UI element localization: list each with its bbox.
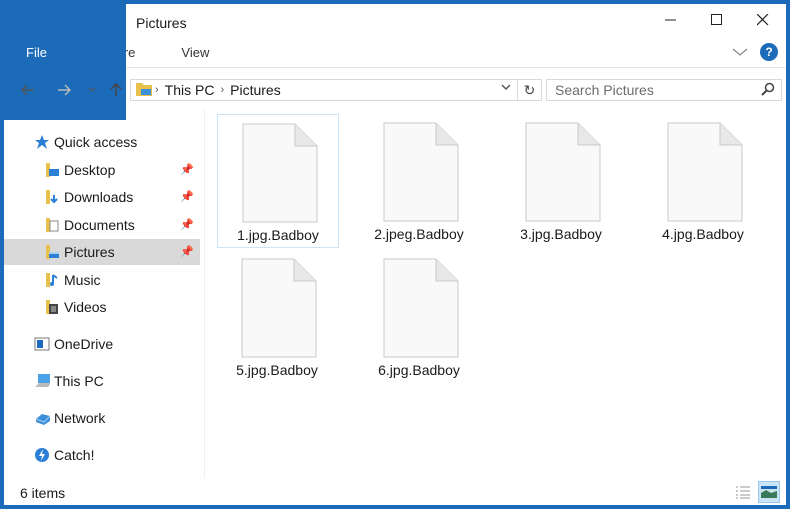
large-icons-view-icon bbox=[761, 486, 777, 498]
back-arrow-icon bbox=[21, 84, 34, 96]
documents-folder-icon bbox=[44, 217, 60, 233]
sidebar-item-onedrive[interactable]: OneDrive bbox=[4, 331, 200, 357]
sidebar-item-documents[interactable]: Documents 📌 bbox=[4, 212, 200, 238]
search-box[interactable] bbox=[546, 79, 782, 101]
music-folder-icon bbox=[44, 272, 60, 288]
breadcrumb-separator[interactable]: › bbox=[155, 84, 159, 96]
sidebar-item-label: Documents bbox=[64, 217, 135, 233]
status-bar: 6 items bbox=[4, 480, 786, 506]
desktop-folder-icon bbox=[44, 162, 60, 178]
sidebar-item-label: Music bbox=[64, 272, 101, 288]
maximize-button[interactable] bbox=[694, 4, 740, 36]
large-icons-view-button[interactable] bbox=[758, 481, 780, 503]
file-item[interactable]: 2.jpeg.Badboy bbox=[359, 114, 481, 248]
up-arrow-icon bbox=[110, 83, 122, 96]
file-name: 4.jpg.Badboy bbox=[662, 226, 744, 242]
sidebar-item-label: OneDrive bbox=[54, 336, 114, 352]
chevron-down-icon bbox=[88, 87, 96, 92]
breadcrumb-pictures[interactable]: Pictures bbox=[230, 82, 281, 98]
sidebar-item-videos[interactable]: Videos bbox=[4, 294, 200, 320]
sidebar-item-label: Pictures bbox=[64, 244, 115, 260]
pin-icon[interactable]: 📌 bbox=[180, 245, 194, 258]
file-name: 5.jpg.Badboy bbox=[236, 362, 318, 378]
search-input[interactable] bbox=[555, 82, 755, 98]
navigation-bar: › This PC › Pictures ↻ bbox=[4, 72, 786, 108]
pictures-folder-icon bbox=[135, 81, 153, 100]
file-item[interactable]: 4.jpg.Badboy bbox=[643, 114, 765, 248]
address-bar[interactable]: › This PC › Pictures bbox=[130, 79, 518, 101]
pin-icon[interactable]: 📌 bbox=[180, 190, 194, 203]
file-item[interactable]: 6.jpg.Badboy bbox=[359, 250, 481, 384]
sidebar-item-music[interactable]: Music bbox=[4, 267, 200, 293]
help-button[interactable]: ? bbox=[760, 43, 778, 61]
file-explorer-window: ▼ Pictures File Home Share View ? bbox=[0, 0, 790, 509]
address-dropdown-button[interactable] bbox=[501, 82, 511, 94]
breadcrumb-separator[interactable]: › bbox=[220, 84, 224, 96]
star-icon bbox=[34, 134, 50, 150]
window-controls bbox=[648, 4, 786, 36]
computer-icon bbox=[34, 373, 50, 389]
file-name: 2.jpeg.Badboy bbox=[374, 226, 464, 242]
network-icon bbox=[34, 410, 50, 426]
forward-button[interactable] bbox=[52, 78, 76, 102]
forward-arrow-icon bbox=[58, 84, 71, 96]
sidebar-item-pictures[interactable]: Pictures 📌 bbox=[4, 239, 200, 265]
blank-file-icon bbox=[525, 122, 601, 222]
file-name: 1.jpg.Badboy bbox=[237, 227, 319, 243]
sidebar-item-label: Catch! bbox=[54, 447, 95, 463]
sidebar-item-label: This PC bbox=[54, 373, 104, 389]
pane-divider[interactable] bbox=[204, 108, 205, 478]
blank-file-icon bbox=[242, 123, 318, 223]
chevron-down-icon bbox=[501, 84, 511, 90]
sidebar-item-label: Downloads bbox=[64, 189, 134, 205]
sidebar-item-desktop[interactable]: Desktop 📌 bbox=[4, 157, 200, 183]
details-view-icon bbox=[736, 486, 750, 499]
onedrive-icon bbox=[34, 336, 50, 352]
sidebar-item-network[interactable]: Network bbox=[4, 405, 200, 431]
sidebar-item-label: Desktop bbox=[64, 162, 116, 178]
blank-file-icon bbox=[241, 258, 317, 358]
minimize-button[interactable] bbox=[648, 4, 694, 36]
breadcrumb-this-pc[interactable]: This PC bbox=[165, 82, 215, 98]
sidebar-item-catch[interactable]: Catch! bbox=[4, 442, 200, 468]
sidebar-item-label: Quick access bbox=[54, 134, 138, 150]
up-button[interactable] bbox=[104, 78, 128, 102]
sidebar-item-downloads[interactable]: Downloads 📌 bbox=[4, 184, 200, 210]
refresh-icon: ↻ bbox=[523, 81, 536, 98]
file-item[interactable]: 3.jpg.Badboy bbox=[501, 114, 623, 248]
blank-file-icon bbox=[383, 258, 459, 358]
search-icon[interactable] bbox=[761, 82, 775, 99]
details-view-button[interactable] bbox=[732, 481, 754, 503]
pictures-folder-icon bbox=[44, 244, 60, 260]
file-name: 3.jpg.Badboy bbox=[520, 226, 602, 242]
catch-icon bbox=[34, 447, 50, 463]
sidebar-item-label: Videos bbox=[64, 299, 107, 315]
blank-file-icon bbox=[667, 122, 743, 222]
pin-icon[interactable]: 📌 bbox=[180, 218, 194, 231]
tab-view[interactable]: View bbox=[151, 38, 225, 68]
recent-locations-button[interactable] bbox=[80, 78, 104, 102]
chevron-down-icon bbox=[732, 48, 748, 56]
blank-file-icon bbox=[383, 122, 459, 222]
sidebar-item-this-pc[interactable]: This PC bbox=[4, 368, 200, 394]
downloads-folder-icon bbox=[44, 189, 60, 205]
view-switcher bbox=[732, 481, 780, 503]
sidebar-item-quick-access[interactable]: Quick access bbox=[4, 129, 200, 155]
ribbon-tabs: File Home Share View ? bbox=[4, 0, 786, 120]
item-count: 6 items bbox=[20, 485, 66, 501]
file-name: 6.jpg.Badboy bbox=[378, 362, 460, 378]
expand-ribbon-button[interactable] bbox=[732, 44, 748, 60]
back-button[interactable] bbox=[16, 78, 40, 102]
videos-folder-icon bbox=[44, 299, 60, 315]
sidebar-item-label: Network bbox=[54, 410, 106, 426]
file-list: 1.jpg.Badboy 2.jpeg.Badboy 3.jpg.Badboy … bbox=[208, 108, 782, 478]
close-button[interactable] bbox=[740, 4, 786, 36]
pin-icon[interactable]: 📌 bbox=[180, 163, 194, 176]
file-item[interactable]: 1.jpg.Badboy bbox=[217, 114, 339, 248]
window-title: Pictures bbox=[136, 15, 187, 31]
navigation-pane: Quick access Desktop 📌 Downloads 📌 Docum… bbox=[4, 122, 200, 472]
file-item[interactable]: 5.jpg.Badboy bbox=[217, 250, 339, 384]
refresh-button[interactable]: ↻ bbox=[518, 79, 542, 101]
